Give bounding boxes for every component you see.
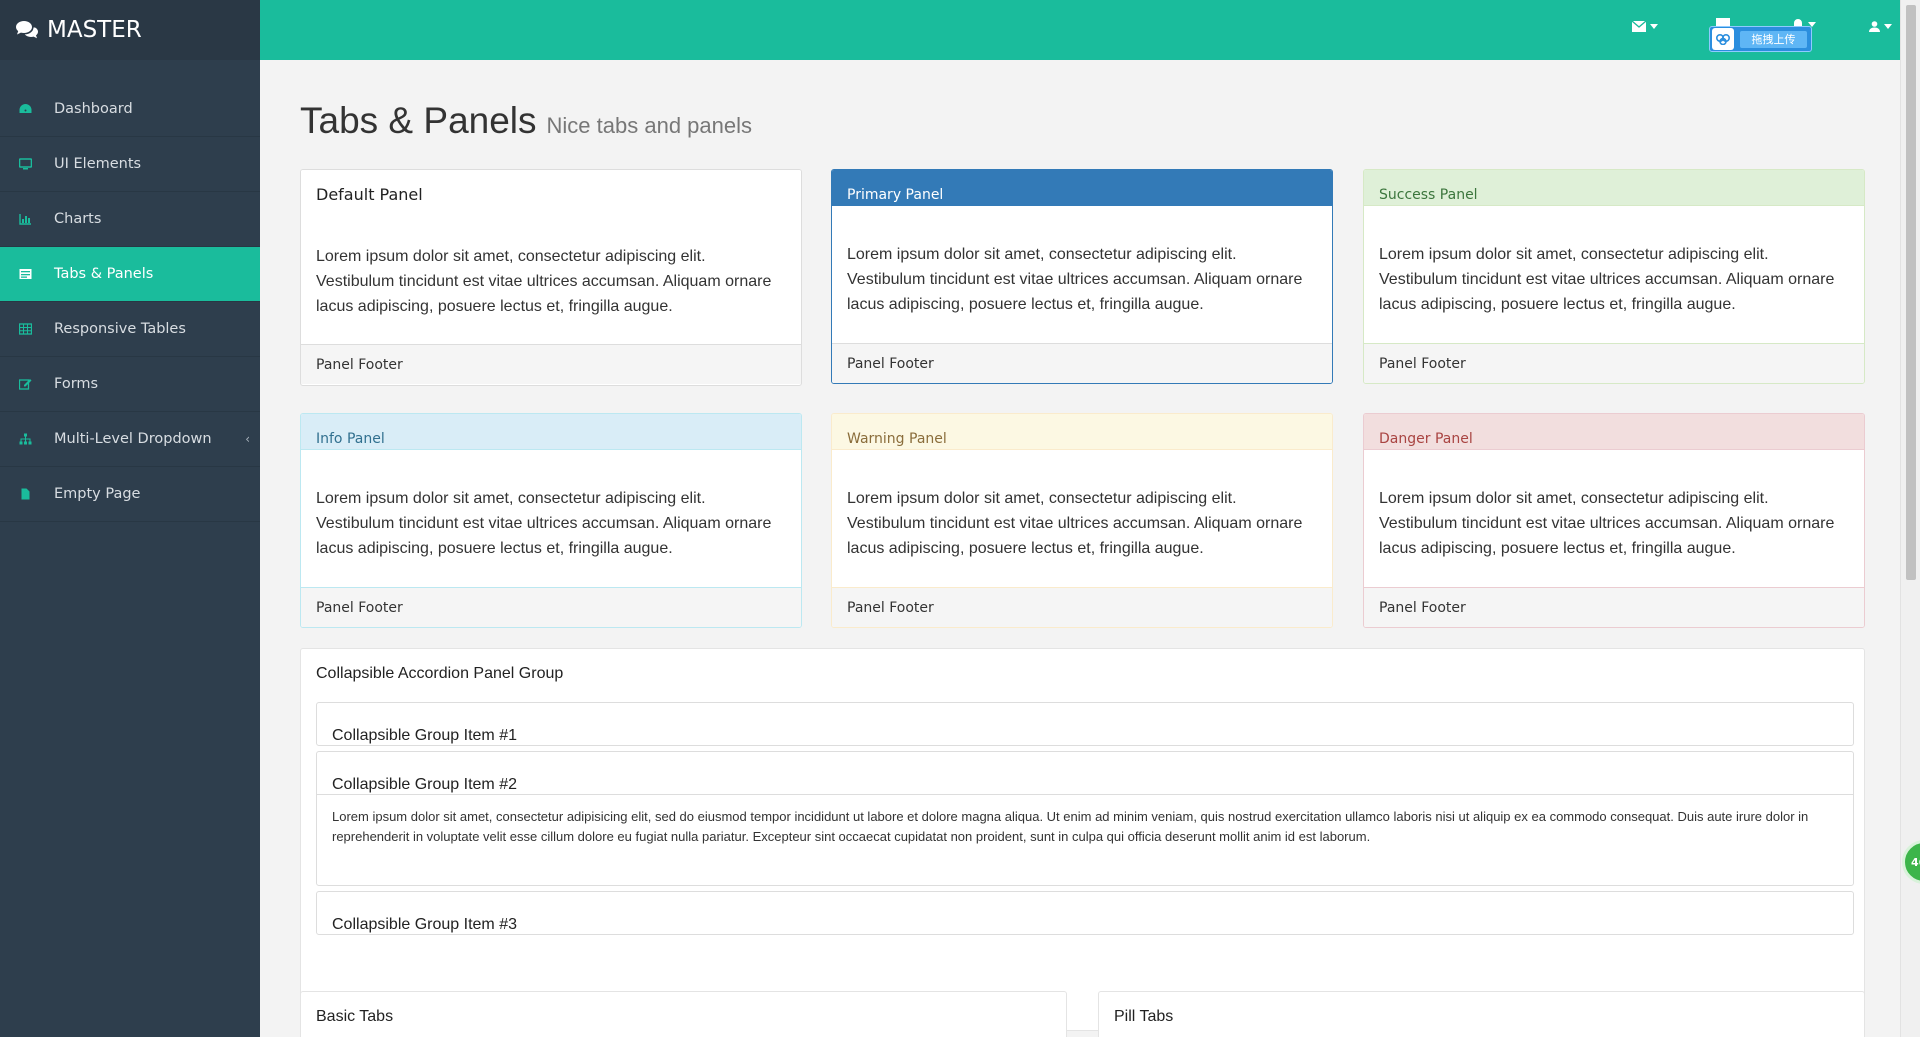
accordion-toggle-3[interactable]: Collapsible Group Item #3 [317,892,1853,934]
sidebar-item-forms[interactable]: Forms [0,357,260,412]
page-subtitle: Nice tabs and panels [546,113,752,138]
sidebar-item-label: Multi-Level Dropdown [54,431,212,447]
panel-footer: Panel Footer [1364,343,1864,383]
sidebar-item-label: Tabs & Panels [54,266,154,282]
accordion-body-2: Lorem ipsum dolor sit amet, consectetur … [317,794,1853,859]
primary-panel: Primary Panel Lorem ipsum dolor sit amet… [831,169,1333,384]
panel-body: Lorem ipsum dolor sit amet, consectetur … [1379,490,1835,557]
panel-heading: Info Panel [301,414,801,450]
bar-chart-icon [18,212,32,226]
panel-footer: Panel Footer [832,587,1332,627]
sidebar: MASTER Dashboard UI Elements Charts Tabs… [0,0,260,1037]
panel-heading: Danger Panel [1364,414,1864,450]
panel-heading: Warning Panel [832,414,1332,450]
accordion-toggle-2[interactable]: Collapsible Group Item #2 [317,752,1853,794]
caret-down-icon [1884,24,1892,29]
comments-icon [16,21,38,39]
baidu-cloud-icon [1712,28,1734,50]
page-title: Tabs & Panels [300,100,537,141]
table-icon [18,322,32,336]
panel-footer: Panel Footer [1364,587,1864,627]
file-icon [18,487,32,501]
panel-heading: Primary Panel [832,170,1332,206]
main-content: Tabs & Panels Nice tabs and panels Defau… [260,60,1900,1037]
page-header: Tabs & Panels Nice tabs and panels [300,100,752,142]
accordion-title: Collapsible Accordion Panel Group [316,665,564,682]
panel-footer: Panel Footer [832,343,1332,383]
panel-body: Lorem ipsum dolor sit amet, consectetur … [847,246,1303,313]
sidebar-item-ui-elements[interactable]: UI Elements [0,137,260,192]
panels-icon [18,267,32,281]
success-panel: Success Panel Lorem ipsum dolor sit amet… [1363,169,1865,384]
panel-footer: Panel Footer [301,587,801,627]
scrollbar-thumb[interactable] [1906,5,1916,580]
sidebar-item-multi-level-dropdown[interactable]: Multi-Level Dropdown ‹ [0,412,260,467]
sidebar-item-tabs-panels[interactable]: Tabs & Panels [0,247,260,302]
tasks-icon [1716,18,1730,26]
caret-down-icon [1650,24,1658,29]
panel-body: Lorem ipsum dolor sit amet, consectetur … [1379,246,1835,313]
panel-body: Lorem ipsum dolor sit amet, consectetur … [316,490,772,557]
user-icon [1869,21,1880,32]
accordion-item-3: Collapsible Group Item #3 [316,891,1854,935]
brand-name: MASTER [47,17,142,43]
sidebar-item-label: Responsive Tables [54,321,186,337]
sidebar-nav: Dashboard UI Elements Charts Tabs & Pane… [0,82,260,522]
accordion-toggle-1[interactable]: Collapsible Group Item #1 [317,703,1853,745]
panel-body: Lorem ipsum dolor sit amet, consectetur … [316,248,772,315]
pill-tabs-panel: Pill Tabs [1098,991,1865,1037]
accordion-item-1: Collapsible Group Item #1 [316,702,1854,746]
warning-panel: Warning Panel Lorem ipsum dolor sit amet… [831,413,1333,628]
dashboard-icon [18,102,32,116]
info-panel: Info Panel Lorem ipsum dolor sit amet, c… [300,413,802,628]
sidebar-item-label: Charts [54,211,102,227]
brand[interactable]: MASTER [0,0,260,60]
sidebar-item-label: Forms [54,376,99,392]
chevron-left-icon: ‹ [245,432,250,446]
sitemap-icon [18,432,32,446]
upload-badge-label: 拖拽上传 [1740,30,1807,48]
accordion-item-2: Collapsible Group Item #2 Lorem ipsum do… [316,751,1854,886]
sidebar-item-label: UI Elements [54,156,142,172]
edit-icon [18,377,32,391]
messages-dropdown[interactable] [1632,21,1658,32]
user-dropdown[interactable] [1869,21,1892,32]
panel-body: Lorem ipsum dolor sit amet, consectetur … [847,490,1303,557]
accordion-panel: Collapsible Accordion Panel Group Collap… [300,648,1865,1031]
basic-tabs-title: Basic Tabs [316,1008,394,1025]
top-navbar: 拖拽上传 [260,0,1900,60]
sidebar-item-dashboard[interactable]: Dashboard [0,82,260,137]
envelope-icon [1632,21,1646,32]
desktop-icon [18,157,32,171]
default-panel: Default Panel Lorem ipsum dolor sit amet… [300,169,802,386]
panel-heading: Success Panel [1364,170,1864,206]
pill-tabs-title: Pill Tabs [1114,1008,1174,1025]
basic-tabs-panel: Basic Tabs [300,991,1067,1037]
sidebar-item-empty-page[interactable]: Empty Page [0,467,260,522]
tasks-dropdown[interactable] [1716,16,1730,26]
sidebar-item-charts[interactable]: Charts [0,192,260,247]
panel-footer: Panel Footer [301,344,801,384]
danger-panel: Danger Panel Lorem ipsum dolor sit amet,… [1363,413,1865,628]
panel-heading: Default Panel [301,170,801,216]
sidebar-item-label: Dashboard [54,101,133,117]
floating-widget-label: 46 [1911,855,1920,869]
upload-badge[interactable]: 拖拽上传 [1709,26,1812,52]
sidebar-item-label: Empty Page [54,486,141,502]
sidebar-item-responsive-tables[interactable]: Responsive Tables [0,302,260,357]
